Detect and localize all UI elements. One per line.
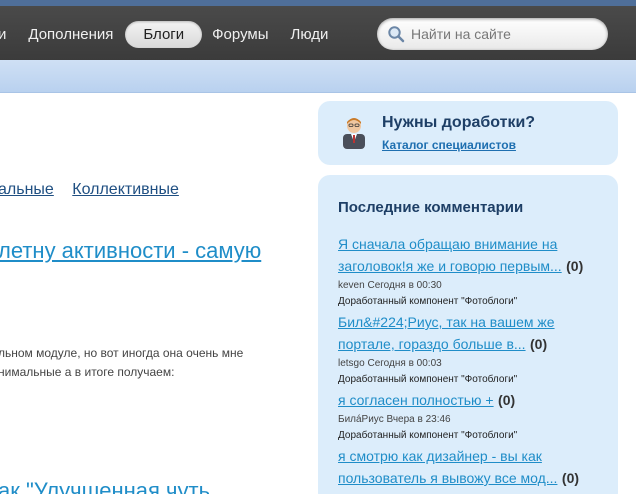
blog-tabs: альные Коллективные	[0, 181, 193, 199]
search-input[interactable]	[411, 26, 601, 42]
nav-item-partial[interactable]: и	[0, 26, 6, 43]
comment-count: (0)	[498, 392, 516, 408]
comment-time: Вчера в 23:46	[386, 414, 451, 425]
comment-text: Я сначала обращаю внимание на заголовок!…	[338, 233, 608, 277]
specialists-catalog-link[interactable]: Каталог специалистов	[382, 138, 516, 152]
comment-text: я смотрю как дизайнер - вы как пользоват…	[338, 445, 608, 489]
tab-collective[interactable]: Коллективные	[72, 181, 179, 198]
comment-author[interactable]: БилáРиус	[338, 414, 384, 425]
next-post-title-link[interactable]: ак "Улучшенная чуть	[0, 478, 210, 494]
comment-time: Сегодня в 00:03	[367, 358, 442, 369]
comment-item: Бил&#224;Риус, так на вашем же портале, …	[338, 311, 608, 387]
comment-meta: letsgo Сегодня в 00:03	[338, 357, 608, 370]
search-box[interactable]	[377, 18, 608, 50]
comment-meta: БилáРиус Вчера в 23:46	[338, 413, 608, 426]
comment-count: (0)	[561, 470, 580, 486]
comment-count: (0)	[566, 258, 584, 274]
comment-text: я согласен полностью + (0)	[338, 389, 608, 411]
latest-comments-box: Последние комментарии Я сначала обращаю …	[318, 175, 618, 494]
main-nav: и Дополнения Блоги Форумы Люди	[0, 20, 350, 48]
nav-item-forums[interactable]: Форумы	[212, 26, 268, 43]
tab-personal[interactable]: альные	[0, 181, 54, 198]
comment-module-link[interactable]: Доработанный компонент "Фотоблоги"	[338, 429, 608, 443]
post-title-link[interactable]: летну активности - самую	[0, 238, 261, 264]
specialist-avatar-icon	[343, 118, 365, 149]
comment-link[interactable]: Я сначала обращаю внимание на	[338, 236, 557, 252]
comment-link[interactable]: Бил&#224;Риус, так на вашем же	[338, 314, 555, 330]
comment-link[interactable]: я смотрю как дизайнер - вы как	[338, 448, 542, 464]
nav-item-extensions[interactable]: Дополнения	[28, 26, 113, 43]
post-excerpt-line: льном модуле, но вот иногда она очень мн…	[0, 346, 244, 360]
sub-navigation-strip	[0, 60, 636, 93]
comment-item: я согласен полностью + (0) БилáРиус Вчер…	[338, 389, 608, 443]
comment-module-link[interactable]: Доработанный компонент "Фотоблоги"	[338, 295, 608, 309]
specialists-box: Нужны доработки? Каталог специалистов	[318, 101, 618, 165]
comment-item: я смотрю как дизайнер - вы как пользоват…	[338, 445, 608, 489]
comment-author[interactable]: letsgo	[338, 358, 365, 369]
top-navigation-bar: и Дополнения Блоги Форумы Люди	[0, 0, 636, 60]
specialists-box-title: Нужны доработки?	[382, 114, 536, 131]
post-excerpt-line: нимальные а в итоге получаем:	[0, 365, 175, 379]
comment-link[interactable]: пользователь я вывожу все мод...	[338, 470, 557, 486]
comment-item: Я сначала обращаю внимание на заголовок!…	[338, 233, 608, 309]
post-excerpt: льном модуле, но вот иногда она очень мн…	[0, 344, 243, 382]
comment-time: Сегодня в 00:30	[367, 280, 442, 291]
comment-module-link[interactable]: Доработанный компонент "Фотоблоги"	[338, 373, 608, 387]
comment-link[interactable]: я согласен полностью +	[338, 392, 494, 408]
comment-meta: keven Сегодня в 00:30	[338, 279, 608, 292]
comment-link[interactable]: портале, гораздо больше в...	[338, 336, 526, 352]
comment-count: (0)	[530, 336, 548, 352]
nav-item-blogs[interactable]: Блоги	[125, 20, 203, 48]
nav-item-people[interactable]: Люди	[291, 26, 329, 43]
comment-link[interactable]: заголовок!я же и говорю первым...	[338, 258, 562, 274]
search-icon	[388, 26, 405, 43]
latest-comments-title: Последние комментарии	[338, 199, 524, 216]
comment-text: Бил&#224;Риус, так на вашем же портале, …	[338, 311, 608, 355]
comment-author[interactable]: keven	[338, 280, 365, 291]
